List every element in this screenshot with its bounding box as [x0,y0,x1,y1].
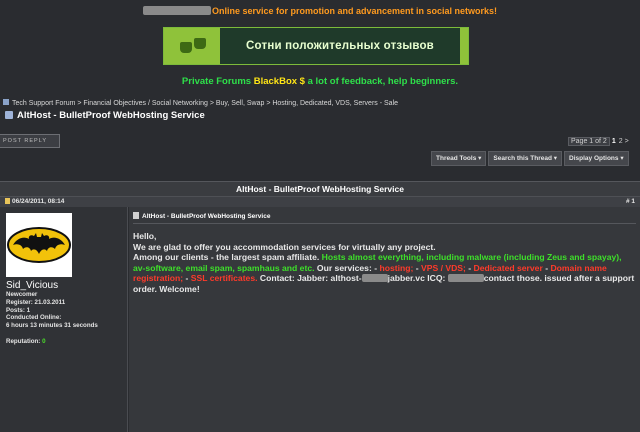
post-body: Hello, We are glad to offer you accommod… [133,231,636,294]
display-options-menu[interactable]: Display Options ▾ [564,151,629,166]
redacted-text [447,274,484,282]
conducted-online-label: Conducted Online: [6,314,62,322]
redacted-text [361,274,388,282]
post-contact-b: jabber.vc ICQ: [387,273,448,283]
search-thread-label: Search this Thread [493,155,552,162]
reviews-banner[interactable]: Сотни положительных отзывов [163,27,469,65]
post-content: AltHost - BulletProof WebHosting Service… [129,207,640,432]
page-navigation: Page 1 of 212 > [568,137,629,146]
post-date: 06/24/2011, 08:14 [5,197,64,207]
thread-toolbar: Thread Tools ▾ Search this Thread ▾ Disp… [431,151,629,166]
chevron-down-icon: ▾ [620,155,624,162]
user-posts: Posts: 1 [6,306,31,314]
private-text-2: a lot of feedback, help beginners. [304,76,459,87]
display-options-label: Display Options [569,155,619,162]
post-sep-4: - [183,273,191,283]
private-forums-line[interactable]: Private Forums BlackBox $ a lot of feedb… [0,76,640,87]
reputation-value: 0 [42,338,46,345]
page-title-text: AltHost - BulletProof WebHosting Service [17,110,205,121]
thread-tools-menu[interactable]: Thread Tools ▾ [431,151,487,166]
post-hosting: hosting; [379,262,414,273]
user-info-column: Sid_Vicious Newcomer Register: 21.03.201… [0,207,128,432]
post-title: AltHost - BulletProof WebHosting Service [133,212,270,220]
top-ad-banner[interactable]: Online service for promotion and advance… [0,6,640,16]
post-paragraph: Among our clients - the largest spam aff… [133,252,636,294]
post-sep-2: - [465,262,474,273]
private-text-1: Private Forums [181,76,254,87]
batman-logo-icon [7,227,71,263]
thread-icon [5,111,13,119]
top-ad-text[interactable]: Online service for promotion and advance… [212,6,497,16]
search-thread-menu[interactable]: Search this Thread ▾ [488,151,563,166]
user-details: Newcomer Register: 21.03.2011 Posts: 1 C… [6,291,98,330]
post-contact-a: Contact: Jabber: althost- [257,273,362,283]
current-page: 1 [611,138,616,145]
post-greeting: Hello, [133,231,157,241]
post-number[interactable]: # 1 [626,197,635,207]
post-icon [133,212,139,219]
username[interactable]: Sid_Vicious [6,280,58,291]
breadcrumb[interactable]: Tech Support Forum > Financial Objective… [3,99,640,107]
post-reply-button[interactable]: POST REPLY [0,134,60,148]
thread-tools-label: Thread Tools [436,155,477,162]
thumbs-up-icon [164,28,220,64]
redacted-text [142,6,211,15]
next-page-arrow-icon[interactable]: > [625,138,629,145]
user-register-date: Register: 21.03.2011 [6,298,66,306]
post-divider [133,223,636,224]
post-dedicated: Dedicated server [473,262,543,273]
post-ssl: SSL certificates. [190,273,258,283]
page-title: AltHost - BulletProof WebHosting Service [5,110,205,121]
post-date-icon [5,198,10,204]
post-date-text: 06/24/2011, 08:14 [12,198,65,205]
post-services-text: Our services: - [314,262,380,273]
page-count: Page 1 of 2 [568,137,610,146]
conducted-online-value: 6 hours 13 minutes 31 seconds [6,322,98,330]
avatar[interactable] [6,213,72,277]
chevron-down-icon: ▾ [553,155,558,162]
post-vps: VPS / VDS; [421,262,466,273]
post-title-text: AltHost - BulletProof WebHosting Service [142,213,271,220]
chevron-down-icon: ▾ [478,155,482,162]
banner-edge [460,28,468,64]
post-line-1: We are glad to offer you accommodation s… [133,241,436,252]
post-sep-1: - [413,262,421,273]
thread-header: AltHost - BulletProof WebHosting Service [0,181,640,196]
post-meta-bar: 06/24/2011, 08:14 # 1 [0,196,640,207]
blackbox-brand[interactable]: BlackBox $ [254,76,305,87]
page-2-link[interactable]: 2 [619,138,623,145]
post-line-2a: Among our clients - the largest spam aff… [133,252,322,262]
forum-home-icon[interactable] [3,99,9,105]
user-rank: Newcomer [6,291,38,298]
breadcrumb-text[interactable]: Tech Support Forum > Financial Objective… [12,100,398,107]
reputation-label: Reputation: [6,338,41,345]
banner-text: Сотни положительных отзывов [246,40,434,52]
reputation: Reputation: 0 [6,338,46,345]
